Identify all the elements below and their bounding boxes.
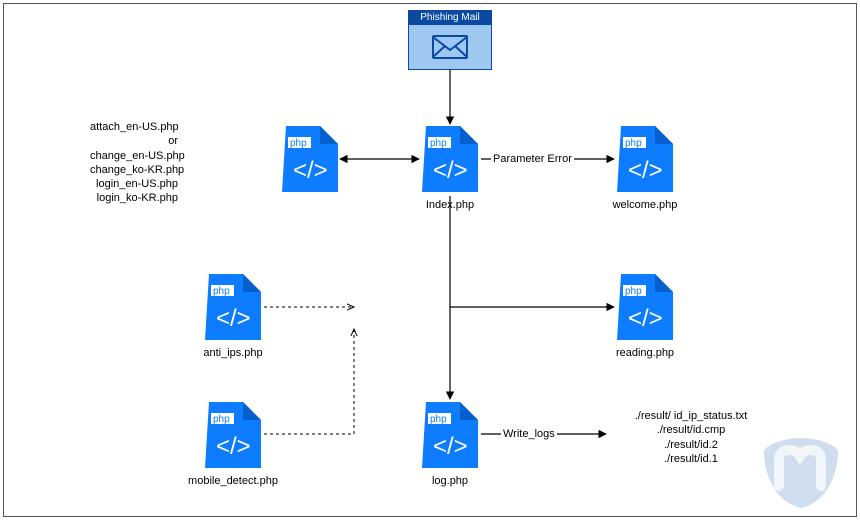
- php-file-index: [422, 126, 478, 192]
- result-paths: ./result/ id_ip_status.txt ./result/id.c…: [616, 409, 766, 466]
- edge-label-write-logs: Write_logs: [501, 427, 557, 441]
- label-mobile-detect: mobile_detect.php: [188, 474, 278, 488]
- phishing-mail-body: [409, 25, 491, 69]
- php-file-attach: [282, 126, 338, 192]
- phishing-mail-label: Phishing Mail: [409, 11, 491, 25]
- php-file-mobile-detect: [205, 402, 261, 468]
- php-file-reading: [617, 274, 673, 340]
- label-welcome: welcome.php: [613, 198, 678, 212]
- php-file-anti-ips: [205, 274, 261, 340]
- diagram-frame: php </>: [3, 3, 857, 517]
- php-file-welcome: [617, 126, 673, 192]
- label-anti-ips: anti_ips.php: [203, 346, 262, 360]
- mail-icon: [432, 35, 468, 59]
- label-log: log.php: [432, 474, 468, 488]
- watermark-logo: [756, 430, 846, 510]
- phishing-mail-box: Phishing Mail: [408, 10, 492, 70]
- label-index: Index.php: [426, 198, 474, 212]
- edge-label-parameter-error: Parameter Error: [491, 152, 574, 166]
- attach-file-list: attach_en-US.php or change_en-US.php cha…: [90, 120, 178, 206]
- php-file-log: [422, 402, 478, 468]
- label-reading: reading.php: [616, 346, 674, 360]
